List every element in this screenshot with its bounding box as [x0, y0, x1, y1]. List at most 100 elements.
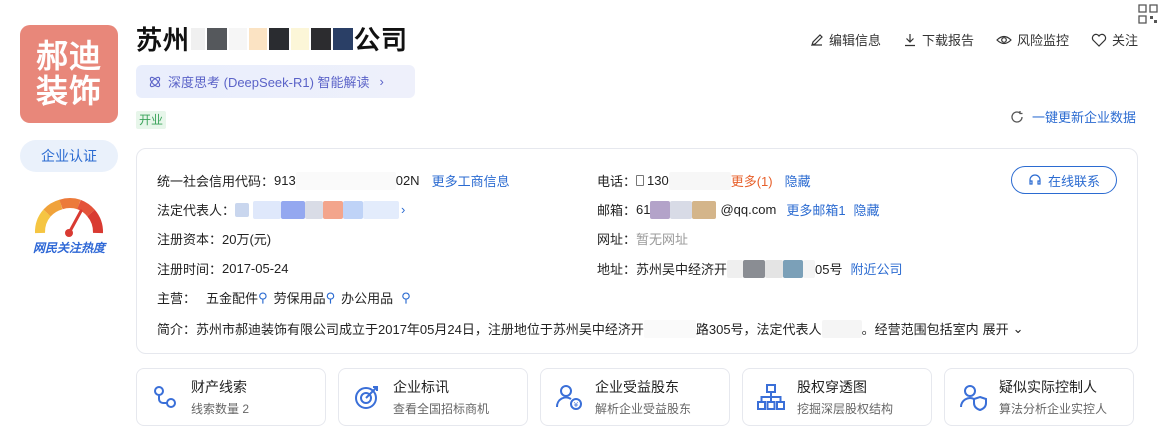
redaction-block [191, 27, 206, 50]
redaction-block [269, 27, 290, 50]
redaction-block [670, 200, 693, 219]
more-email-link[interactable]: 更多邮箱1 [786, 200, 845, 219]
capital-label: 注册资本： [157, 232, 223, 247]
credit-code-label: 统一社会信用代码： [157, 174, 275, 189]
more-phone-link[interactable]: 更多(1) [731, 171, 773, 190]
redaction-block [643, 319, 696, 338]
chevron-right-icon[interactable]: › [401, 202, 405, 217]
feature-card-property-clues[interactable]: 财产线索 线索数量 2 [136, 368, 326, 426]
more-business-info-link[interactable]: 更多工商信息 [432, 171, 510, 190]
refresh-data-link[interactable]: 一键更新企业数据 [1010, 107, 1136, 126]
risk-monitor-button[interactable]: 风险监控 [996, 30, 1069, 49]
follow-button[interactable]: 关注 [1091, 30, 1138, 49]
download-report-label: 下载报告 [921, 33, 974, 48]
online-contact-button[interactable]: 在线联系 [1011, 166, 1117, 194]
chevron-down-icon[interactable]: ⌄ [1013, 321, 1024, 337]
logo-text-line1: 郝迪 [35, 38, 102, 74]
logo-text-line2: 装饰 [35, 73, 102, 109]
ai-analysis-button[interactable]: 深度思考 (DeepSeek-R1) 智能解读 › [136, 65, 415, 98]
search-icon[interactable]: ⚲ [258, 290, 268, 306]
feature-card-equity-tree[interactable]: 股权穿透图 挖掘深层股权结构 [742, 368, 932, 426]
address-end: 05号 [815, 262, 843, 277]
business-item[interactable]: 劳保用品 [274, 288, 326, 307]
intro-expand-button[interactable]: 展开 [983, 319, 1009, 338]
edit-info-button[interactable]: 编辑信息 [810, 30, 881, 49]
feature-card-beneficial-owners[interactable]: ¥ 企业受益股东 解析企业受益股东 [540, 368, 730, 426]
legal-rep-row: 法定代表人： › [157, 200, 405, 219]
company-info-card: 统一社会信用代码： 913 02N 更多工商信息 法定代表人： › 注册资本： … [136, 148, 1138, 354]
download-report-button[interactable]: 下载报告 [903, 30, 974, 49]
refresh-icon [1011, 110, 1023, 123]
redaction-block [343, 200, 364, 219]
company-name: 苏州 公司 [136, 20, 408, 57]
chevron-right-icon: › [379, 74, 384, 89]
email-start: 61 [636, 202, 651, 217]
avatar-icon [235, 202, 250, 217]
shareholder-icon: ¥ [556, 385, 582, 410]
redaction-block [323, 200, 344, 219]
reg-date-row: 注册时间： 2017-05-24 [157, 259, 289, 278]
phone-icon [636, 175, 645, 186]
website-value: 暂无网址 [636, 232, 689, 247]
address-row: 地址： 苏州吴中经济开 05号 附近公司 [597, 259, 903, 278]
feature-card-tender-news[interactable]: 企业标讯 查看全国招标商机 [338, 368, 528, 426]
qr-code-icon[interactable] [1138, 4, 1158, 27]
clue-icon [154, 386, 176, 408]
company-logo: 郝迪 装饰 [20, 25, 118, 123]
search-icon[interactable]: ⚲ [326, 290, 336, 306]
feature-desc: 查看全国招标商机 [393, 402, 490, 416]
redaction-block [727, 259, 744, 278]
redaction-block [668, 171, 731, 190]
intro-text-a: 苏州市郝迪装饰有限公司成立于2017年05月24日，注册地位于苏州吴中经济开 [196, 322, 644, 337]
feature-desc: 算法分析企业实控人 [999, 402, 1108, 416]
email-row: 邮箱： 61 @qq.com 更多邮箱1 隐藏 [597, 200, 880, 219]
heat-label: 网民关注热度 [32, 241, 105, 255]
redaction-block [311, 27, 332, 50]
feature-card-actual-controller[interactable]: 疑似实际控制人 算法分析企业实控人 [944, 368, 1134, 426]
ai-analysis-label: 深度思考 (DeepSeek-R1) 智能解读 [168, 75, 370, 90]
redaction-block [295, 171, 396, 190]
hide-phone-link[interactable]: 隐藏 [785, 171, 811, 190]
reg-date-value: 2017-05-24 [222, 261, 289, 276]
heart-icon [1091, 33, 1107, 47]
redaction-block [743, 259, 766, 278]
headset-icon [1029, 174, 1041, 185]
feature-title: 疑似实际控制人 [999, 379, 1097, 395]
download-icon [904, 33, 915, 46]
company-name-suffix: 公司 [354, 25, 409, 55]
redaction-block [803, 259, 816, 278]
pencil-icon [810, 33, 823, 46]
feature-desc: 挖掘深层股权结构 [797, 402, 894, 416]
top-actions: 编辑信息 下载报告 风险监控 关注 [810, 30, 1138, 49]
email-end: @qq.com [720, 202, 777, 217]
intro-text-b: 路305号，法定代表人 [695, 322, 822, 337]
follow-label: 关注 [1111, 33, 1138, 48]
nearby-companies-link[interactable]: 附近公司 [851, 259, 903, 278]
credit-code-row: 统一社会信用代码： 913 02N 更多工商信息 [157, 171, 510, 190]
gauge-icon [35, 198, 103, 237]
enterprise-cert-button[interactable]: 企业认证 [20, 140, 118, 172]
feature-title: 企业受益股东 [595, 379, 679, 395]
redaction-block [363, 200, 400, 219]
credit-code-start: 913 [274, 173, 296, 188]
feature-desc: 解析企业受益股东 [595, 402, 692, 416]
refresh-data-label: 一键更新企业数据 [1031, 110, 1136, 125]
phone-row: 电话： 130 更多(1) 隐藏 [597, 171, 811, 190]
legal-rep-label: 法定代表人： [157, 203, 236, 218]
business-item[interactable]: 办公用品 [341, 288, 393, 307]
capital-row: 注册资本： 20万(元) [157, 229, 271, 248]
website-row: 网址： 暂无网址 [597, 229, 688, 248]
feature-desc: 线索数量 2 [191, 402, 250, 416]
hide-email-link[interactable]: 隐藏 [854, 200, 880, 219]
capital-value: 20万(元) [222, 232, 272, 247]
business-label: 主营： [157, 291, 197, 306]
redaction-block [207, 27, 228, 50]
redaction-block [305, 200, 324, 219]
feature-title: 股权穿透图 [797, 379, 867, 395]
redaction-block [333, 27, 354, 50]
business-row: 主营： 五金配件 ⚲ 劳保用品 ⚲ 办公用品 ⚲ [157, 288, 411, 307]
search-icon[interactable]: ⚲ [401, 290, 411, 306]
redaction-block [249, 27, 268, 50]
credit-code-end: 02N [395, 173, 420, 188]
business-item[interactable]: 五金配件 [206, 288, 258, 307]
